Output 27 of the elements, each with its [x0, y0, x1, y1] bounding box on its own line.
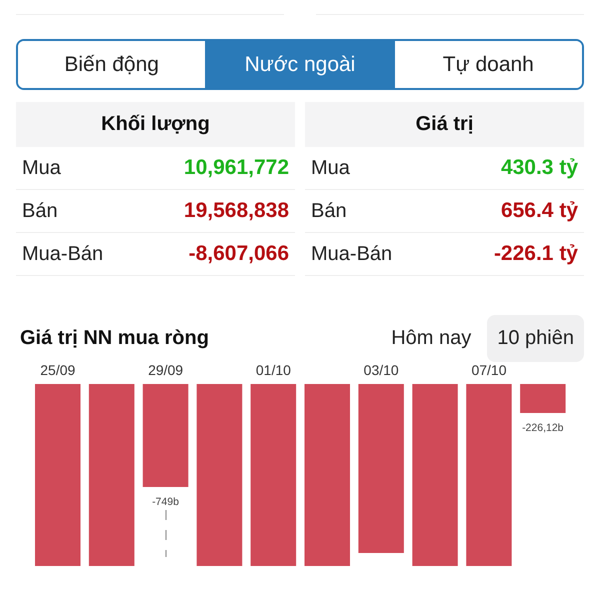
row-label: Mua [22, 156, 61, 180]
date-label: 03/10 [364, 362, 399, 378]
date-label: 29/09 [148, 362, 184, 378]
period-button[interactable]: Hôm nay [381, 314, 482, 362]
row-value: 656.4 tỷ [500, 199, 578, 223]
row-label: Mua [311, 156, 350, 180]
row-label: Bán [22, 200, 58, 222]
row-value: 10,961,772 [184, 156, 289, 180]
row-label: Bán [311, 200, 347, 222]
date-label: 25/09 [40, 362, 76, 378]
tab[interactable]: Tự doanh [394, 41, 582, 88]
tab[interactable]: Nước ngoài [205, 41, 394, 88]
value-label: -226,12b [522, 422, 564, 434]
chart-bar [520, 384, 566, 413]
row-value: -226.1 tỷ [494, 242, 578, 266]
date-label: 01/10 [256, 362, 291, 378]
row-value: 19,568,838 [184, 199, 289, 223]
column-header: Khối lượng [101, 113, 210, 136]
row-value: 430.3 tỷ [500, 156, 578, 180]
column-header: Giá trị [416, 113, 474, 136]
row-label: Mua-Bán [22, 242, 104, 266]
row-label: Mua-Bán [311, 242, 392, 266]
chart-title: Giá trị NN mua ròng [20, 326, 209, 350]
date-label: 07/10 [471, 362, 507, 378]
period-button[interactable]: 10 phiên [487, 314, 584, 362]
value-label: -749b [152, 496, 179, 508]
row-value: -8,607,066 [188, 242, 289, 266]
